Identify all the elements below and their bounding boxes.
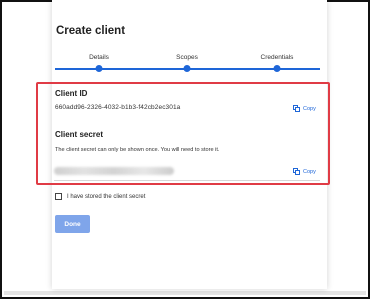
copy-client-id-button[interactable]: Copy — [293, 105, 316, 112]
stored-secret-checkbox[interactable] — [55, 193, 62, 200]
copy-client-id-label: Copy — [303, 105, 316, 112]
bottom-shade — [4, 291, 366, 295]
copy-client-secret-label: Copy — [303, 168, 316, 175]
step-scopes-label: Scopes — [176, 54, 198, 61]
client-secret-note: The client secret can only be shown once… — [55, 147, 220, 153]
step-credentials-dot — [273, 65, 281, 72]
stepper: Details Scopes Credentials — [55, 52, 320, 76]
copy-icon — [293, 105, 300, 112]
copy-client-secret-button[interactable]: Copy — [293, 168, 316, 175]
done-button[interactable]: Done — [55, 215, 90, 233]
step-details-label: Details — [89, 54, 109, 61]
step-credentials-label: Credentials — [260, 54, 294, 61]
client-secret-underline — [54, 180, 320, 181]
step-details-dot — [95, 65, 103, 72]
stored-secret-checkbox-row[interactable]: I have stored the client secret — [55, 193, 145, 200]
dialog-title: Create client — [56, 25, 126, 37]
client-id-value: 660add96-2326-4032-b1b3-f42cb2ec301a — [55, 104, 181, 111]
stored-secret-checkbox-label[interactable]: I have stored the client secret — [67, 194, 145, 200]
client-secret-value-blurred — [54, 167, 174, 175]
copy-icon — [293, 168, 300, 175]
client-id-label: Client ID — [55, 89, 88, 98]
client-secret-label: Client secret — [55, 130, 104, 139]
step-scopes-dot — [183, 65, 191, 72]
